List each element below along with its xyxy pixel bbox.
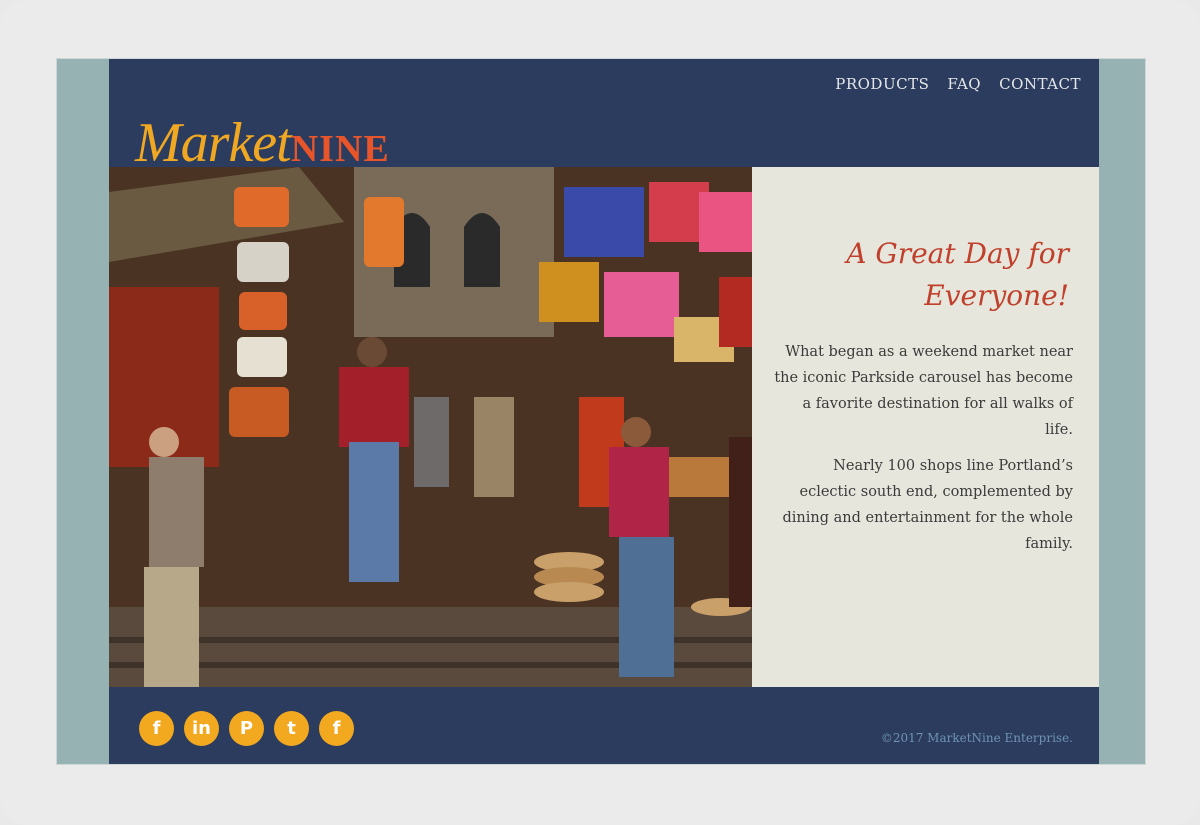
intro-paragraph-2: Nearly 100 shops line Portland’s eclecti… xyxy=(782,458,1073,552)
facebook-icon[interactable]: f xyxy=(139,711,174,746)
site-logo[interactable]: MarketNINE xyxy=(135,111,390,174)
nav-contact-link[interactable]: CONTACT xyxy=(999,75,1081,93)
intro-copy: What began as a weekend market near the … xyxy=(773,339,1073,567)
market-photo-illustration xyxy=(109,167,752,687)
copyright-text: ©2017 MarketNine Enterprise. xyxy=(880,731,1073,745)
linkedin-icon[interactable]: in xyxy=(184,711,219,746)
intro-panel: A Great Day for Everyone! What began as … xyxy=(752,167,1099,687)
twitter-icon[interactable]: t xyxy=(274,711,309,746)
main-nav: PRODUCTS FAQ CONTACT xyxy=(835,75,1081,93)
pinterest-icon[interactable]: P xyxy=(229,711,264,746)
hero-image xyxy=(109,167,752,687)
facebook-icon[interactable]: f xyxy=(319,711,354,746)
browser-viewport: PRODUCTS FAQ CONTACT MarketNINE A Great … xyxy=(56,58,1146,765)
nav-faq-link[interactable]: FAQ xyxy=(947,75,981,93)
logo-market: Market xyxy=(135,112,292,174)
nav-products-link[interactable]: PRODUCTS xyxy=(835,75,929,93)
logo-nine: NINE xyxy=(290,128,390,170)
social-links: f in P t f xyxy=(139,711,354,746)
hero-heading: A Great Day for Everyone! xyxy=(846,237,1069,312)
device-frame: PRODUCTS FAQ CONTACT MarketNINE A Great … xyxy=(0,0,1200,825)
intro-paragraph-1: What began as a weekend market near the … xyxy=(774,344,1073,438)
page-container: PRODUCTS FAQ CONTACT MarketNINE A Great … xyxy=(109,59,1099,764)
